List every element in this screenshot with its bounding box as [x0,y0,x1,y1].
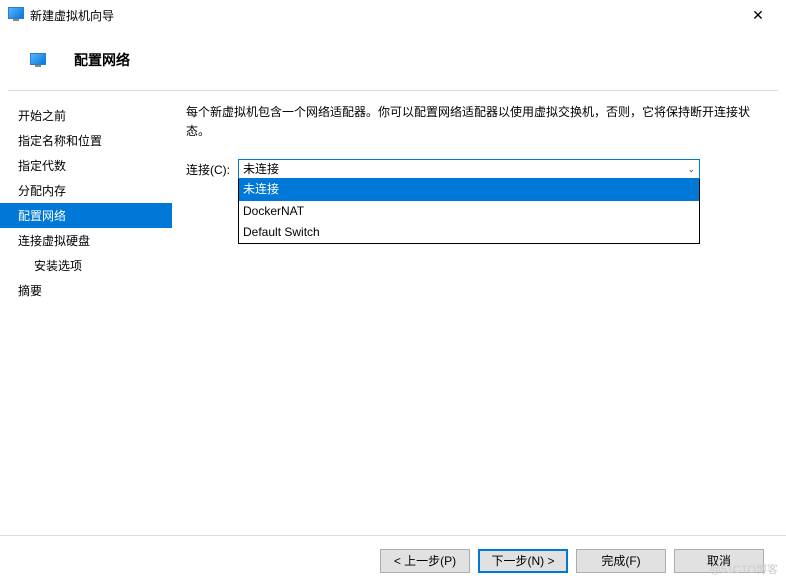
close-icon[interactable]: ✕ [738,7,778,24]
sidebar-item-step-6[interactable]: 安装选项 [0,253,172,278]
sidebar-item-step-5[interactable]: 连接虚拟硬盘 [0,228,172,253]
wizard-steps-sidebar: 开始之前指定名称和位置指定代数分配内存配置网络连接虚拟硬盘安装选项摘要 [0,91,172,511]
sidebar-item-step-3[interactable]: 分配内存 [0,178,172,203]
window-title: 新建虚拟机向导 [30,7,114,24]
next-button[interactable]: 下一步(N) > [478,549,568,573]
header-icon [30,53,50,67]
dropdown-selected[interactable]: 未连接 ⌄ [238,159,700,179]
page-title: 配置网络 [74,50,130,70]
app-icon [8,7,24,23]
sidebar-item-step-2[interactable]: 指定代数 [0,153,172,178]
dropdown-list: 未连接DockerNATDefault Switch [238,179,700,244]
main-area: 开始之前指定名称和位置指定代数分配内存配置网络连接虚拟硬盘安装选项摘要 每个新虚… [0,91,786,511]
dropdown-option-2[interactable]: Default Switch [239,222,699,243]
dropdown-option-0[interactable]: 未连接 [239,179,699,200]
connection-field: 连接(C): 未连接 ⌄ 未连接DockerNATDefault Switch [186,159,768,244]
sidebar-item-step-0[interactable]: 开始之前 [0,103,172,128]
description-text: 每个新虚拟机包含一个网络适配器。你可以配置网络适配器以使用虚拟交换机，否则，它将… [186,103,768,141]
titlebar: 新建虚拟机向导 ✕ [0,0,786,30]
sidebar-item-step-4[interactable]: 配置网络 [0,203,172,228]
dropdown-selected-text: 未连接 [243,160,279,179]
wizard-header: 配置网络 [0,30,786,90]
content-pane: 每个新虚拟机包含一个网络适配器。你可以配置网络适配器以使用虚拟交换机，否则，它将… [172,91,786,511]
connection-dropdown[interactable]: 未连接 ⌄ 未连接DockerNATDefault Switch [238,159,700,244]
sidebar-item-step-1[interactable]: 指定名称和位置 [0,128,172,153]
connection-label: 连接(C): [186,159,238,180]
chevron-down-icon: ⌄ [687,162,695,176]
cancel-button[interactable]: 取消 [674,549,764,573]
finish-button[interactable]: 完成(F) [576,549,666,573]
sidebar-item-step-7[interactable]: 摘要 [0,278,172,303]
dropdown-option-1[interactable]: DockerNAT [239,201,699,222]
prev-button[interactable]: < 上一步(P) [380,549,470,573]
wizard-footer: < 上一步(P) 下一步(N) > 完成(F) 取消 [0,535,786,585]
